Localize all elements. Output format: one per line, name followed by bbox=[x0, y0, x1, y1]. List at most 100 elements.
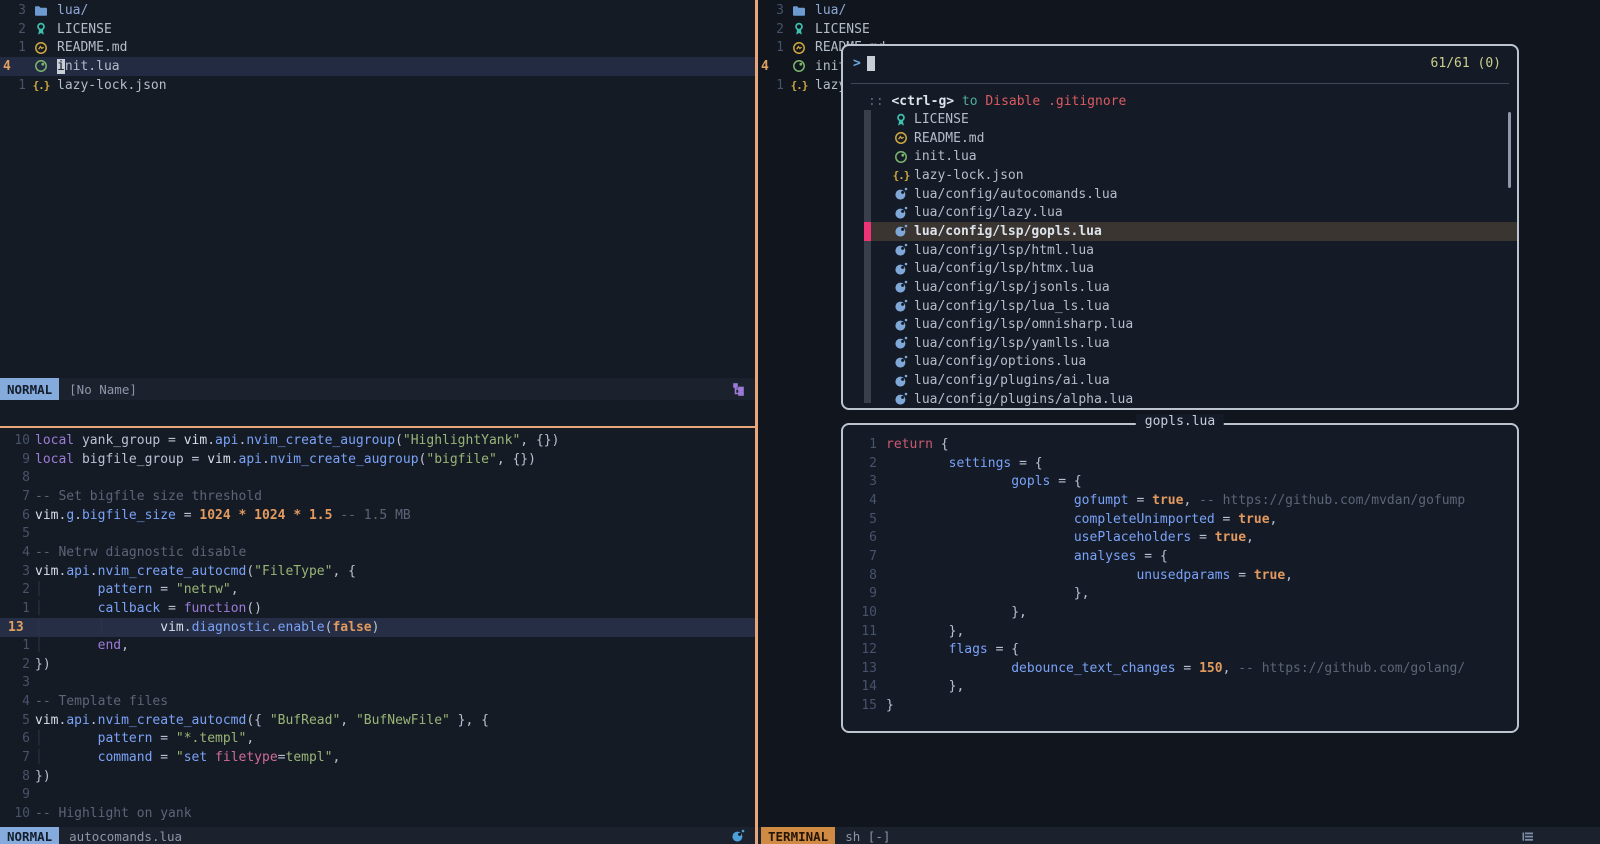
token: function bbox=[184, 601, 247, 616]
token: . bbox=[231, 452, 239, 467]
token bbox=[886, 568, 1136, 583]
code-line[interactable]: 4-- Netrw diagnostic disable bbox=[0, 543, 756, 562]
token: = bbox=[160, 601, 183, 616]
code-line[interactable]: 7-- Set bigfile size threshold bbox=[0, 487, 756, 506]
left-pane: 3lua/2LICENSE1README.md4init.lua1{.}lazy… bbox=[0, 0, 756, 844]
picker-item[interactable]: lua/config/lazy.lua bbox=[843, 203, 1517, 222]
buffer-name: [No Name] bbox=[69, 382, 137, 397]
token: return bbox=[886, 437, 933, 452]
lua-icon bbox=[893, 299, 909, 313]
token: = bbox=[152, 731, 175, 746]
picker-item[interactable]: lua/config/options.lua bbox=[843, 352, 1517, 371]
code-text: return { bbox=[886, 437, 949, 452]
code-line[interactable]: 9local bigfile_group = vim.api.nvim_crea… bbox=[0, 450, 756, 469]
json-icon: {.} bbox=[791, 79, 807, 92]
token: g bbox=[66, 508, 74, 523]
token: vim bbox=[35, 564, 58, 579]
picker-prompt[interactable]: > bbox=[853, 54, 875, 73]
picker-item[interactable]: lua/config/autocomands.lua bbox=[843, 185, 1517, 204]
picker-item[interactable]: lua/config/plugins/alpha.lua bbox=[843, 390, 1517, 409]
code-text: │ │ vim.diagnostic.enable(false) bbox=[35, 620, 379, 635]
code-line[interactable]: 6│ pattern = "*.templ", bbox=[0, 729, 756, 748]
code-line[interactable]: 8}) bbox=[0, 767, 756, 786]
tree-icon bbox=[731, 382, 746, 397]
code-text: -- Netrw diagnostic disable bbox=[35, 545, 246, 560]
code-line[interactable]: 10local yank_group = vim.api.nvim_create… bbox=[0, 431, 756, 450]
token: │ bbox=[35, 731, 43, 746]
line-number: 14 bbox=[843, 679, 877, 694]
header-segment: to bbox=[954, 94, 985, 109]
picker-item[interactable]: {.}lazy-lock.json bbox=[843, 166, 1517, 185]
code-text: │ callback = function() bbox=[35, 601, 262, 616]
token: │ bbox=[35, 750, 43, 765]
token: . bbox=[90, 713, 98, 728]
picker-item[interactable]: LICENSE bbox=[843, 110, 1517, 129]
code-line[interactable]: 9 bbox=[0, 785, 756, 804]
mode-badge: NORMAL bbox=[0, 827, 59, 844]
token: }, { bbox=[450, 713, 489, 728]
code-line[interactable]: 2│ pattern = "netrw", bbox=[0, 580, 756, 599]
picker-item[interactable]: lua/config/plugins/ai.lua bbox=[843, 371, 1517, 390]
token: = { bbox=[988, 642, 1019, 657]
picker-item[interactable]: lua/config/lsp/html.lua bbox=[843, 241, 1517, 260]
token: true bbox=[1215, 530, 1246, 545]
explorer-row[interactable]: 1README.md bbox=[0, 38, 756, 57]
picker-item[interactable]: init.lua bbox=[843, 147, 1517, 166]
preview-line: 12 flags = { bbox=[843, 640, 1517, 659]
explorer-row[interactable]: 3lua/ bbox=[758, 1, 1600, 20]
code-line[interactable]: 2}) bbox=[0, 655, 756, 674]
code-text: completeUnimported = true, bbox=[886, 512, 1277, 527]
file-name: lua/config/lsp/yamlls.lua bbox=[914, 336, 1110, 351]
explorer-row[interactable]: 4init.lua bbox=[0, 57, 756, 76]
preview-line: 9 }, bbox=[843, 584, 1517, 603]
token: enable bbox=[278, 620, 325, 635]
mode-badge: NORMAL bbox=[0, 378, 59, 400]
picker-item[interactable]: lua/config/lsp/yamlls.lua bbox=[843, 334, 1517, 353]
picker-scrollbar[interactable] bbox=[1508, 112, 1511, 188]
code-line[interactable]: 3 bbox=[0, 673, 756, 692]
code-line[interactable]: 3vim.api.nvim_create_autocmd("FileType",… bbox=[0, 562, 756, 581]
explorer-row[interactable]: 1{.}lazy-lock.json bbox=[0, 76, 756, 95]
token: () bbox=[246, 601, 262, 616]
token: nvim_create_autocmd bbox=[98, 564, 247, 579]
file-name: README.md bbox=[57, 40, 127, 55]
token: gofumpt bbox=[1074, 493, 1129, 508]
token: , bbox=[1183, 493, 1199, 508]
explorer-row[interactable]: 2LICENSE bbox=[0, 20, 756, 39]
selection-pointer bbox=[864, 222, 871, 241]
picker-item[interactable]: lua/config/lsp/jsonls.lua bbox=[843, 278, 1517, 297]
token: "netrw" bbox=[176, 582, 231, 597]
picker-item[interactable]: README.md bbox=[843, 129, 1517, 148]
token: false bbox=[332, 620, 371, 635]
line-number: 3 bbox=[843, 474, 877, 489]
line-number: 4 bbox=[843, 493, 877, 508]
code-text: -- Set bigfile size threshold bbox=[35, 489, 262, 504]
code-line[interactable]: 6vim.g.bigfile_size = 1024 * 1024 * 1.5 … bbox=[0, 506, 756, 525]
code-line[interactable]: 5vim.api.nvim_create_autocmd({ "BufRead"… bbox=[0, 711, 756, 730]
code-line[interactable]: 1│ callback = function() bbox=[0, 599, 756, 618]
picker-item[interactable]: lua/config/lsp/omnisharp.lua bbox=[843, 315, 1517, 334]
code-line[interactable]: 7│ command = "set filetype=templ", bbox=[0, 748, 756, 767]
token bbox=[301, 508, 309, 523]
token: -- https://github.com/golang/ bbox=[1238, 661, 1465, 676]
token: = { bbox=[1011, 456, 1042, 471]
explorer-row[interactable]: 2LICENSE bbox=[758, 20, 1600, 39]
code-line[interactable]: 4-- Template files bbox=[0, 692, 756, 711]
preview-line: 3 gopls = { bbox=[843, 472, 1517, 491]
token bbox=[886, 661, 1011, 676]
picker-item[interactable]: lua/config/lsp/htmx.lua bbox=[843, 259, 1517, 278]
preview-window: gopls.lua 1return {2 settings = {3 gopls… bbox=[841, 423, 1519, 733]
token: }, bbox=[949, 679, 965, 694]
code-line[interactable]: 13│ │ vim.diagnostic.enable(false) bbox=[0, 618, 756, 637]
line-number: 7 bbox=[0, 750, 30, 765]
token: -- 1.5 MB bbox=[340, 508, 410, 523]
picker-item[interactable]: lua/config/lsp/lua_ls.lua bbox=[843, 297, 1517, 316]
code-line[interactable]: 10-- Highlight on yank bbox=[0, 804, 756, 823]
code-line[interactable]: 5 bbox=[0, 524, 756, 543]
line-number: 9 bbox=[843, 586, 877, 601]
picker-item[interactable]: lua/config/lsp/gopls.lua bbox=[843, 222, 1517, 241]
code-line[interactable]: 1│ end, bbox=[0, 636, 756, 655]
code-line[interactable]: 8 bbox=[0, 468, 756, 487]
explorer-row[interactable]: 3lua/ bbox=[0, 1, 756, 20]
line-number: 4 bbox=[0, 59, 26, 74]
